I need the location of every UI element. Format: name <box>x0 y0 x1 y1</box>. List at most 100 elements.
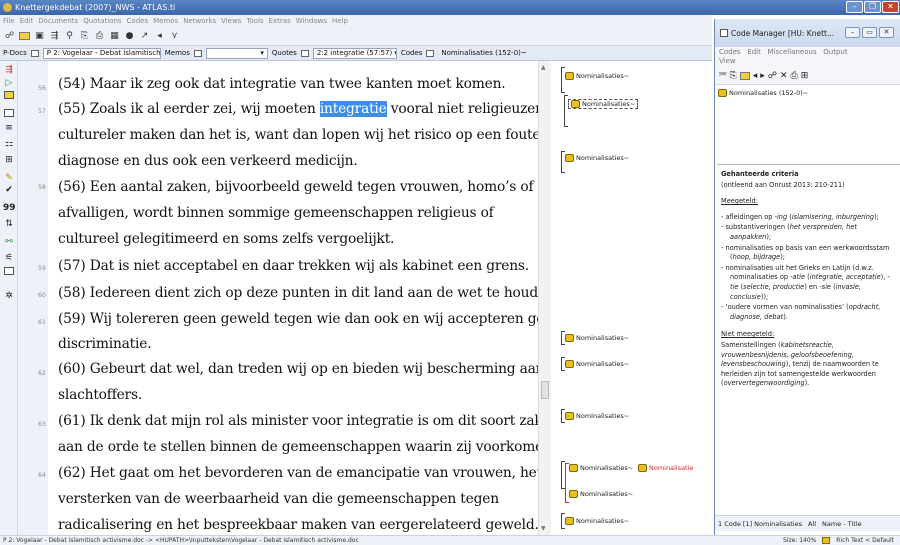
scroll-thumb[interactable] <box>541 381 549 399</box>
code-flag[interactable]: Nominalisaties~ <box>565 154 629 162</box>
folder-icon[interactable] <box>4 91 14 99</box>
text-line[interactable]: (61) Ik denk dat mijn rol als minister v… <box>58 413 538 429</box>
text-line[interactable]: (62) Het gaat om het bevorderen van de e… <box>58 465 538 481</box>
close-button[interactable]: ✕ <box>882 1 899 13</box>
text-line[interactable]: (54) Maar ik zeg ook dat integratie van … <box>58 76 506 92</box>
cm-menu-view[interactable]: View <box>719 57 736 65</box>
code-flag[interactable]: Nominalisaties~ <box>565 360 629 368</box>
filter-icon[interactable]: ⋎ <box>169 31 180 41</box>
cm-maximize-button[interactable]: ▭ <box>862 27 877 38</box>
text-line[interactable]: diagnose en dus ook een verkeerd medicij… <box>58 153 358 169</box>
menu-extras[interactable]: Extras <box>269 17 291 25</box>
selected-quotation[interactable]: integratie <box>319 101 387 117</box>
count-label[interactable]: 99 <box>3 203 16 213</box>
text-line[interactable]: cultureel gelegitimeerd en soms zelfs ve… <box>58 231 394 247</box>
code-dropdown[interactable]: Nominalisaties (152-0)~ <box>438 48 614 59</box>
text-line[interactable]: (56) Een aantal zaken, bijvoorbeeld gewe… <box>58 179 534 195</box>
menu-file[interactable]: File <box>3 17 15 25</box>
hierarchy-icon[interactable]: ⊞ <box>3 155 15 165</box>
save-icon[interactable]: ▣ <box>34 31 45 41</box>
code-flag-red[interactable]: Nominalisatie <box>638 464 693 472</box>
print-icon[interactable]: ⎙ <box>94 31 105 41</box>
code-flag[interactable]: Nominalisaties~ <box>569 490 633 498</box>
code-flag[interactable]: Nominalisaties~ <box>569 464 633 472</box>
text-line[interactable]: (58) Iedereen dient zich op deze punten … <box>58 285 538 301</box>
code-flag[interactable]: Nominalisaties~ <box>565 334 629 342</box>
code-icon[interactable]: ⇶ <box>3 65 15 75</box>
text-line[interactable]: versterken van de weerbaarheid van die g… <box>58 491 499 507</box>
split-icon[interactable]: ⚟ <box>3 253 15 263</box>
check-icon[interactable]: ✔ <box>3 185 15 195</box>
list-icon[interactable]: ≡ <box>3 123 15 133</box>
document-scrollbar[interactable]: ▲ ▼ <box>538 61 551 535</box>
copy-code-icon[interactable]: ⎘ <box>730 71 737 81</box>
menu-windows[interactable]: Windows <box>296 17 327 25</box>
back-icon[interactable]: ◂ <box>753 71 758 81</box>
menu-quotations[interactable]: Quotations <box>83 17 121 25</box>
menu-memos[interactable]: Memos <box>153 17 178 25</box>
cm-menu-output[interactable]: Output <box>823 48 847 56</box>
globe-icon[interactable]: ● <box>124 31 135 41</box>
text-format[interactable]: Rich Text < Default <box>836 537 894 544</box>
menu-documents[interactable]: Documents <box>38 17 78 25</box>
cm-close-button[interactable]: ✕ <box>879 27 894 38</box>
text-line[interactable]: (55) Zoals ik al eerder zei, wij moeten … <box>58 101 538 117</box>
code-flag[interactable]: Nominalisaties~ <box>565 517 629 525</box>
text-line[interactable]: afvalligen, wordt binnen sommige gemeens… <box>58 205 494 221</box>
folder-icon[interactable] <box>19 32 30 40</box>
cm-minimize-button[interactable]: – <box>845 27 860 38</box>
delete-icon[interactable]: ✕ <box>780 71 788 81</box>
sort-icon[interactable]: ⇅ <box>3 219 15 229</box>
text-line[interactable]: radicalisering en het bespreekbaar maken… <box>58 517 538 533</box>
text-line[interactable]: slachtoffers. <box>58 387 142 403</box>
new-code-icon[interactable]: ⎃ <box>719 71 727 81</box>
menu-help[interactable]: Help <box>332 17 348 25</box>
play-icon[interactable]: ▷ <box>3 78 15 88</box>
pdocs-icon[interactable] <box>30 49 39 57</box>
text-line[interactable]: aan de orde te stellen binnen de gemeens… <box>58 439 538 455</box>
sort-label[interactable]: Name - Title <box>822 520 862 528</box>
document-view[interactable]: (54) Maar ik zeg ook dat integratie van … <box>48 61 538 535</box>
cm-menu-codes[interactable]: Codes <box>719 48 741 56</box>
network-icon[interactable]: ☍ <box>4 31 15 41</box>
zoom-size[interactable]: Size: 140% <box>783 537 816 544</box>
minimize-button[interactable]: – <box>846 1 863 13</box>
code-add-icon[interactable]: ⇶ <box>49 31 60 41</box>
text-line[interactable]: discriminatie. <box>58 336 152 352</box>
menu-codes[interactable]: Codes <box>127 17 149 25</box>
scroll-down-icon[interactable]: ▼ <box>541 525 546 532</box>
code-flag-selected[interactable]: Nominalisaties~ <box>568 99 639 109</box>
memos-dropdown[interactable]: ▾ <box>205 47 268 59</box>
scroll-up-icon[interactable]: ▲ <box>541 64 546 71</box>
menu-edit[interactable]: Edit <box>20 17 34 25</box>
menu-tools[interactable]: Tools <box>246 17 263 25</box>
codes-icon[interactable] <box>426 49 435 57</box>
settings-icon[interactable]: ✲ <box>3 291 15 301</box>
tree-icon[interactable]: ⚏ <box>3 139 15 149</box>
menu-networks[interactable]: Networks <box>183 17 216 25</box>
link-icon[interactable]: ⚯ <box>3 237 15 247</box>
code-comment-pane[interactable]: Gehanteerde criteria (ontleend aan Onrus… <box>717 164 900 514</box>
text-line[interactable]: (60) Gebeurt dat wel, dan treden wij op … <box>58 361 538 377</box>
quotation-bracket[interactable] <box>561 67 565 93</box>
window-icon[interactable] <box>4 267 14 275</box>
cm-menu-edit[interactable]: Edit <box>747 48 761 56</box>
menu-views[interactable]: Views <box>221 17 241 25</box>
open-doc-icon[interactable]: ⎘ <box>79 31 90 41</box>
quotes-icon[interactable] <box>300 49 309 57</box>
code-list-item[interactable]: Nominalisaties (152-0)~ <box>718 89 808 97</box>
arrow-icon[interactable]: ↗ <box>139 31 150 41</box>
text-line[interactable]: cultureler maken dan het is, want dan lo… <box>58 127 538 143</box>
network-icon[interactable]: ☍ <box>768 71 777 81</box>
back-icon[interactable]: ◂ <box>154 31 165 41</box>
filter-label[interactable]: All <box>808 520 816 528</box>
memos-icon[interactable] <box>193 49 202 57</box>
pdoc-dropdown[interactable]: P 2: Vogelaar - Debat islamitisch acti▾ <box>42 47 161 59</box>
grid-icon[interactable]: ⊞ <box>801 71 809 81</box>
code-flag[interactable]: Nominalisaties~ <box>565 72 629 80</box>
text-line[interactable]: (57) Dat is niet acceptabel en daar trek… <box>58 258 529 274</box>
maximize-button[interactable]: ❐ <box>864 1 881 13</box>
table-icon[interactable]: ▦ <box>109 31 120 41</box>
print-icon[interactable]: ⎙ <box>791 71 798 81</box>
quote-dropdown[interactable]: 2:2 integratie (57:57)▾ <box>312 47 397 59</box>
